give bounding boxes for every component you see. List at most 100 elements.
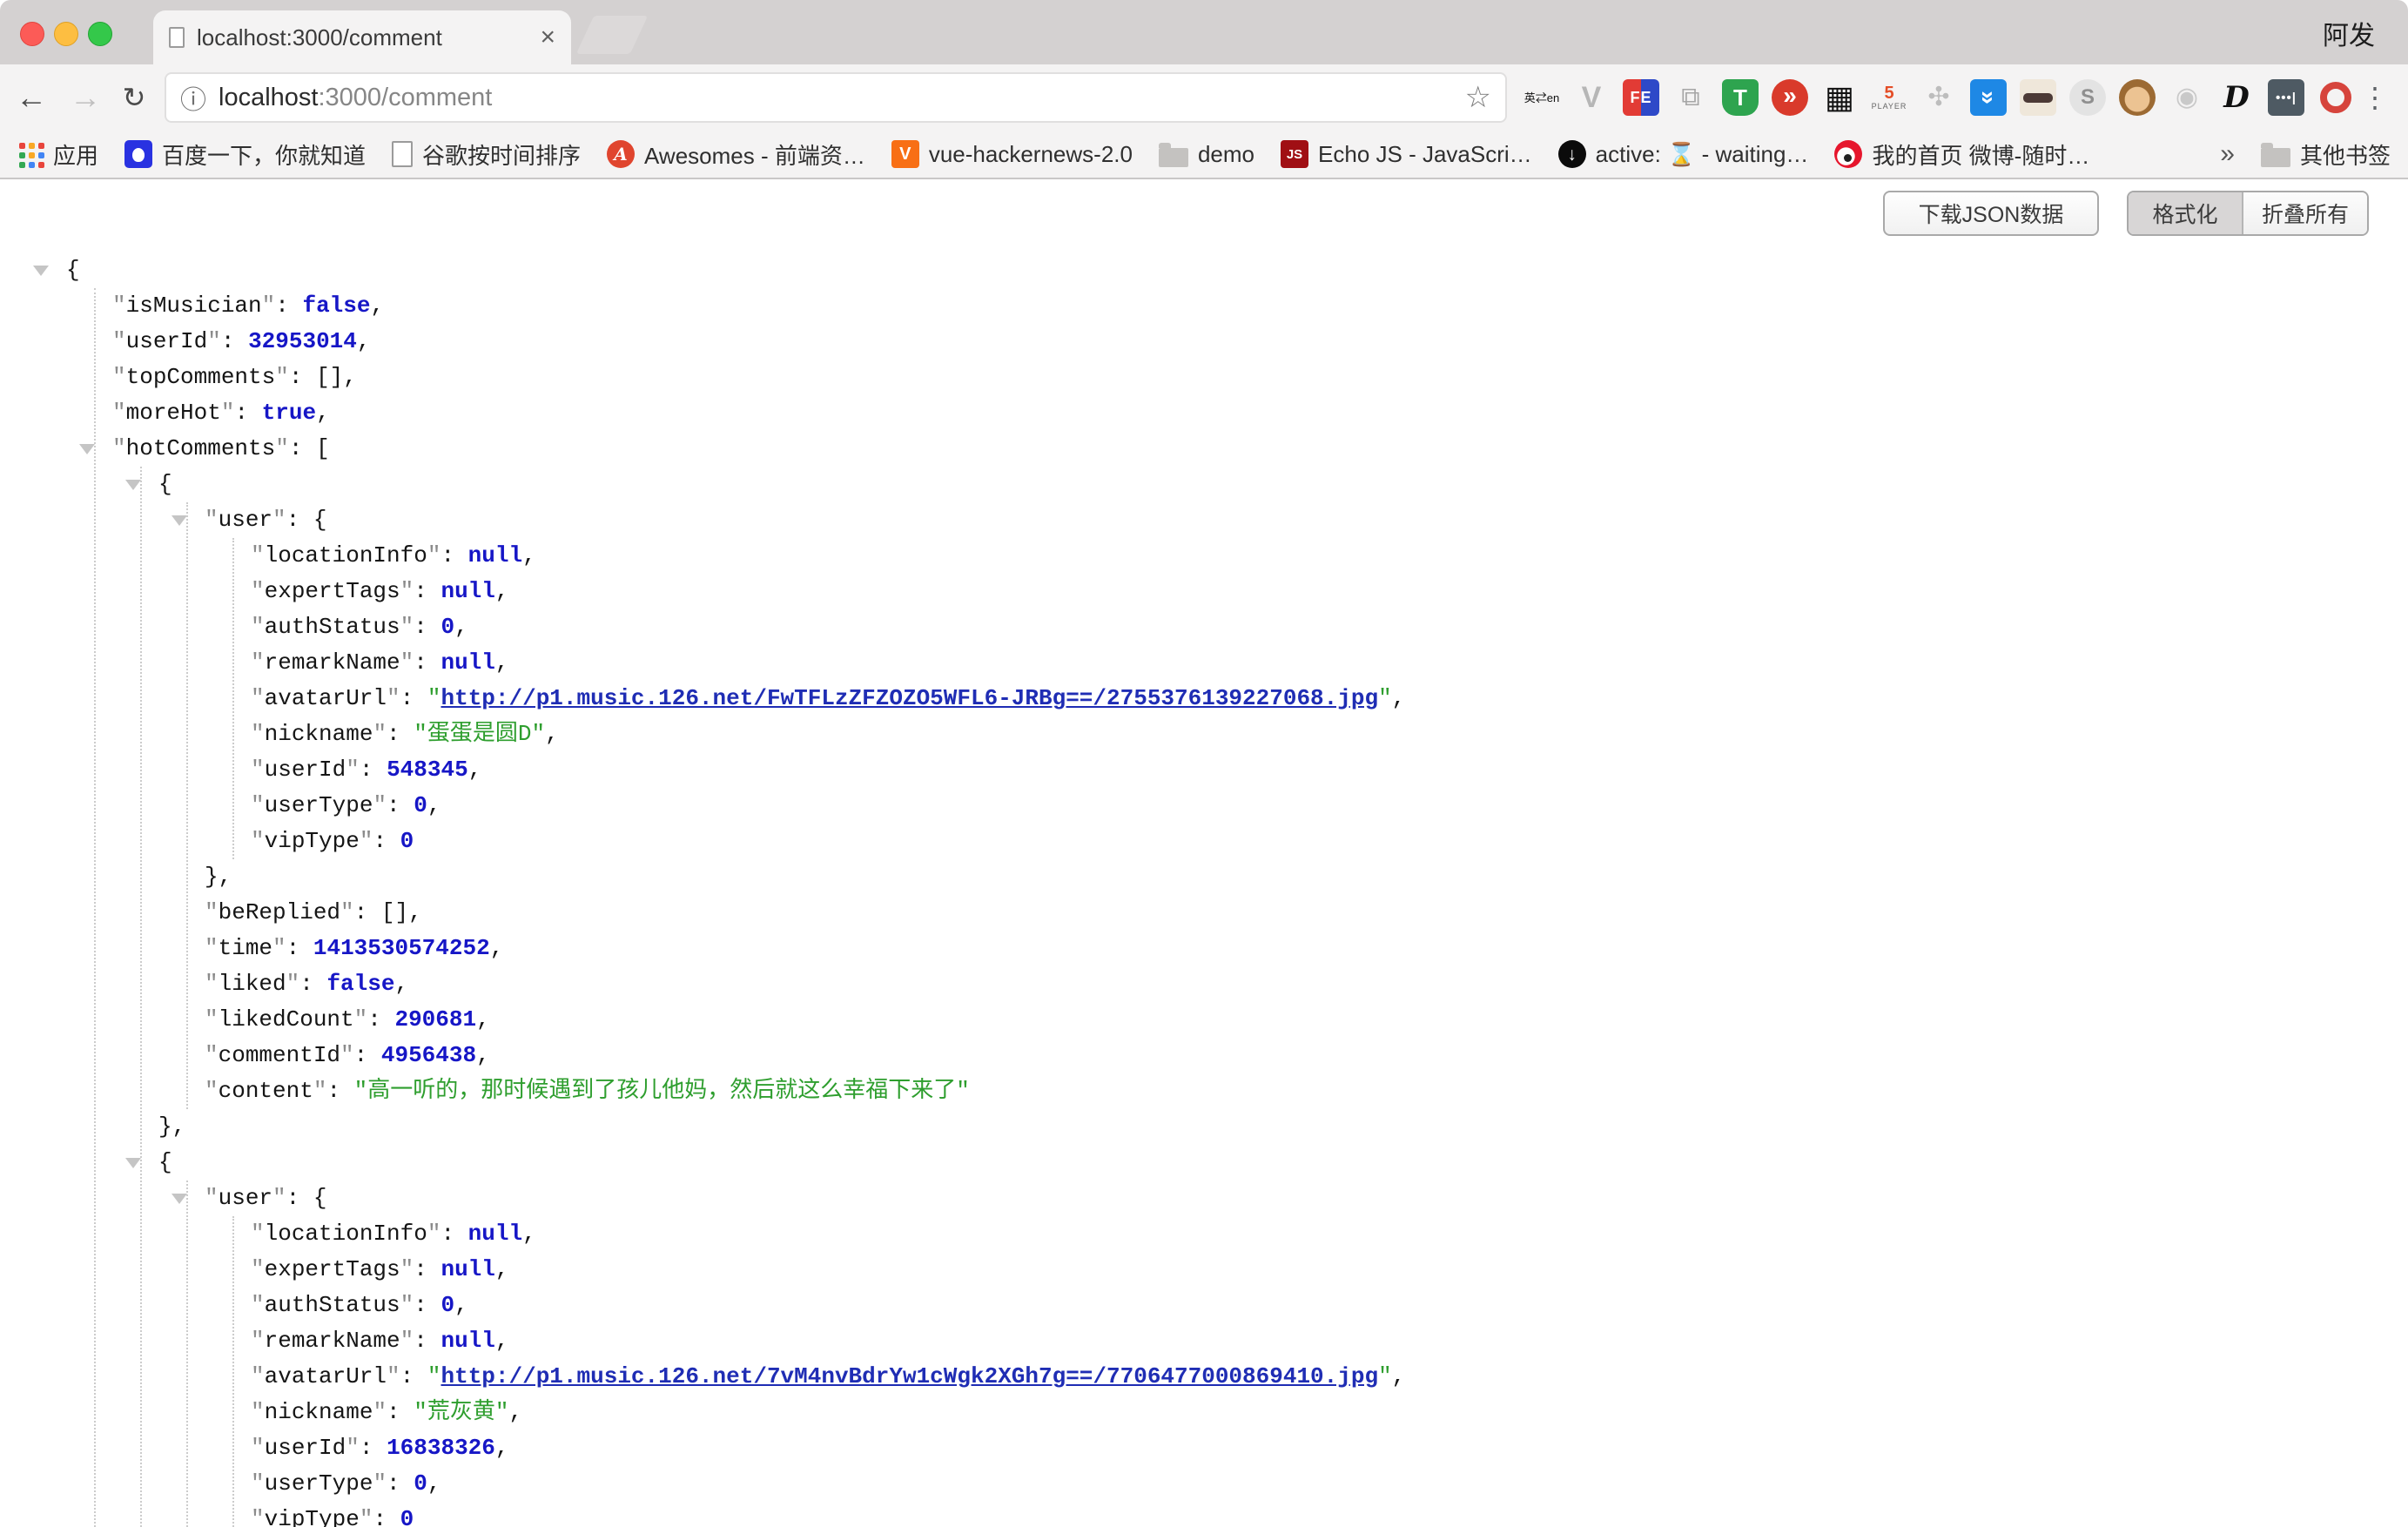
json-token: 0 [441,1292,454,1318]
address-bar[interactable]: ⓘ localhost:3000/comment ☆ [165,72,1507,123]
json-token: " [251,1256,265,1282]
translate-icon[interactable]: 英⇄en [1523,79,1560,116]
d-icon[interactable]: D [2218,79,2255,116]
json-token: : [354,1042,381,1068]
chrome-menu-icon[interactable]: ⋮ [2354,64,2396,131]
bookmark-item[interactable]: JSEcho JS - JavaScri… [1281,140,1532,168]
json-line: "authStatus": 0, [0,609,2408,645]
paw-icon[interactable]: ✣ [1920,79,1957,116]
json-token: " [286,971,300,997]
download-circle-icon-glyph: ↓ [1567,145,1577,164]
fast-forward-icon[interactable]: » [1772,79,1808,116]
json-line: "liked": false, [0,966,2408,1002]
bookmark-item[interactable]: AAwesomes - 前端资… [607,138,865,171]
page-info-icon[interactable]: ⓘ [180,78,206,117]
collapse-triangle-icon[interactable] [79,444,95,454]
url-text[interactable]: localhost:3000/comment [219,84,492,112]
json-line: "locationInfo": null, [0,538,2408,574]
url-host: localhost [219,84,318,111]
vue-icon[interactable]: V [1573,79,1610,116]
tab-localhost-comment[interactable]: localhost:3000/comment × [153,10,571,64]
fullscreen-window-button[interactable] [88,22,112,46]
bookmark-item[interactable]: ↓active: ⌛ - waiting… [1558,140,1809,168]
tampermonkey-icon-glyph: T [1733,86,1747,109]
json-token: commentId [219,1042,340,1068]
indent-guide [186,1181,188,1527]
collapse-triangle-icon[interactable] [33,266,49,276]
vue-orange-icon: V [891,140,919,168]
bookmark-star-icon[interactable]: ☆ [1465,80,1491,115]
json-line: "userId": 16838326, [0,1430,2408,1466]
json-token: , [508,1399,522,1425]
json-url-link[interactable]: http://p1.music.126.net/7vM4nvBdrYw1cWgk… [441,1363,1378,1389]
json-token: userId [126,328,208,354]
bookmarks-overflow-icon[interactable]: » [2220,139,2235,169]
collapse-triangle-icon[interactable] [125,1158,141,1168]
collapse-triangle-icon[interactable] [125,480,141,490]
mask-icon[interactable] [2020,79,2056,116]
json-token: " [373,1399,387,1425]
json-token: 548345 [387,757,468,783]
minimize-window-button[interactable] [54,22,78,46]
s-icon[interactable]: S [2069,79,2106,116]
json-token: " [373,792,387,818]
json-line: }, [0,1109,2408,1145]
json-token: " [251,1221,265,1247]
bookmark-item[interactable]: demo [1159,141,1254,168]
json-token: " [400,1256,414,1282]
json-url-link[interactable]: http://p1.music.126.net/FwTFLzZFZOZO5WFL… [441,685,1378,711]
new-tab-button[interactable] [576,16,649,54]
json-token: , [316,400,330,426]
bookmark-label: Echo JS - JavaScri… [1318,141,1532,168]
double-chevron-icon[interactable]: » [1970,79,2007,116]
translate-icon-glyph: 英⇄en [1524,92,1559,104]
json-token: hotComments [126,435,276,461]
html5-player-icon[interactable]: 5PLAYER [1871,79,1907,116]
other-bookmarks-folder[interactable]: 其他书签 [2261,138,2391,171]
json-token: 1413530574252 [313,935,490,961]
collapse-triangle-icon[interactable] [172,515,187,526]
json-token: , [357,328,371,354]
close-window-button[interactable] [20,22,44,46]
bookmark-label: 谷歌按时间排序 [422,138,581,171]
json-token: " [427,1363,441,1389]
back-button[interactable]: ← [9,64,54,131]
bookmark-item[interactable]: Vvue-hackernews-2.0 [891,140,1133,168]
json-token: : [373,828,400,854]
json-token: avatarUrl [265,1363,387,1389]
json-token: : [414,614,441,640]
json-token: 0 [400,1506,414,1527]
collapse-triangle-icon[interactable] [172,1194,187,1204]
bookmark-label: vue-hackernews-2.0 [929,141,1133,168]
bookmark-item[interactable]: 应用 [17,138,98,171]
sitemap-icon[interactable]: ⧉ [1672,79,1709,116]
json-token: }, [158,1113,185,1140]
collapse-all-button[interactable]: 折叠所有 [2243,192,2367,234]
json-token: " [207,328,221,354]
bookmark-item[interactable]: 我的首页 微博-随时… [1834,138,2089,171]
o-icon[interactable] [2317,79,2354,116]
tampermonkey-icon[interactable]: T [1722,79,1759,116]
url-path: :3000/comment [318,84,492,111]
fe-icon[interactable]: FE [1623,79,1659,116]
json-line: "expertTags": null, [0,574,2408,609]
baidu-paw-icon [124,140,152,168]
monkey-icon[interactable] [2119,79,2156,116]
reload-button[interactable]: ↻ [111,64,157,131]
format-button[interactable]: 格式化 [2129,192,2243,234]
qr-code-icon[interactable]: ▦ [1821,79,1858,116]
download-json-button[interactable]: 下载JSON数据 [1883,191,2099,236]
json-token: " [205,1042,219,1068]
json-line: "content": "高一听的，那时候遇到了孩儿他妈，然后就这么幸福下来了" [0,1073,2408,1109]
bird-icon[interactable]: ◉ [2169,79,2205,116]
bookmark-item[interactable]: 谷歌按时间排序 [392,138,581,171]
json-token: "蛋蛋是圆D" [414,721,545,747]
bookmark-label: demo [1198,141,1254,168]
tab-close-icon[interactable]: × [540,23,555,52]
password-icon[interactable]: •••| [2268,79,2304,116]
json-line: "userType": 0, [0,788,2408,824]
profile-name[interactable]: 阿发 [2323,14,2375,52]
bookmark-item[interactable]: 百度一下，你就知道 [124,138,366,171]
folder-icon [2261,148,2290,167]
json-token: : [360,1435,387,1461]
